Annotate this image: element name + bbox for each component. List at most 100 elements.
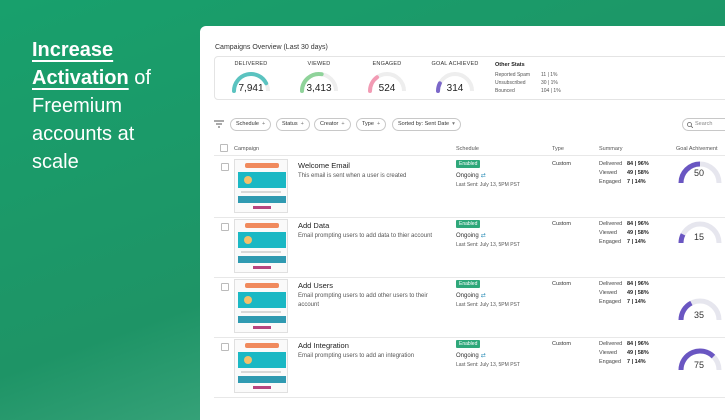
status-badge: Enabled	[456, 160, 481, 168]
sort-dropdown[interactable]: Sorted by: Sent Date ▾	[392, 118, 461, 131]
summary-label: Viewed	[599, 170, 617, 176]
column-header-campaign[interactable]: Campaign	[234, 146, 259, 152]
search-icon	[687, 122, 693, 128]
campaign-name[interactable]: Welcome Email	[298, 161, 350, 170]
row-checkbox[interactable]	[221, 283, 229, 291]
row-divider	[214, 397, 725, 398]
select-all-checkbox[interactable]	[220, 144, 228, 152]
other-stat-value: 30 | 1%	[541, 80, 558, 86]
stat-label: Delivered	[234, 61, 268, 67]
summary-label: Engaged	[599, 179, 622, 185]
other-stat-label: Reported Spam	[495, 72, 531, 78]
summary-delivered: 84 | 96%	[627, 221, 649, 227]
summary-delivered: 84 | 96%	[627, 341, 649, 347]
filter-chip-creator[interactable]: Creator +	[314, 118, 351, 131]
last-sent: Last Sent: July 13, 5PM PST	[456, 182, 520, 188]
overview-title: Campaigns Overview (Last 30 days)	[215, 44, 328, 51]
summary-label: Delivered	[599, 281, 623, 287]
summary-label: Delivered	[599, 341, 623, 347]
other-stats-title: Other Stats	[495, 62, 525, 68]
summary-label: Viewed	[599, 290, 617, 296]
last-sent: Last Sent: July 13, 5PM PST	[456, 242, 520, 248]
column-header-goal[interactable]: Goal Achivement	[676, 146, 718, 152]
summary: Delivered 84 | 96% Viewed 49 | 58% Engaged…	[599, 340, 649, 367]
plus-icon: +	[300, 121, 304, 127]
summary-delivered: 84 | 96%	[627, 161, 649, 167]
sync-icon: ⇄	[480, 353, 486, 359]
table-row[interactable]: Add Data Email prompting users to add da…	[214, 216, 725, 278]
column-header-type[interactable]: Type	[552, 146, 564, 152]
table-row[interactable]: Add Integration Email prompting users to…	[214, 336, 725, 398]
email-thumbnail[interactable]	[234, 339, 288, 393]
plus-icon: +	[376, 121, 381, 127]
filter-bar: Schedule + Status + Creator + Type + Sorted …	[214, 118, 725, 132]
search-input[interactable]: Search	[682, 118, 725, 131]
row-checkbox[interactable]	[221, 223, 229, 231]
summary-viewed: 49 | 58%	[627, 230, 649, 236]
sync-icon: ⇄	[480, 173, 486, 179]
stat-label: Engaged	[372, 61, 402, 67]
headline-word-of: of	[128, 67, 151, 89]
campaign-name[interactable]: Add Users	[298, 281, 333, 290]
email-thumbnail[interactable]	[234, 219, 288, 273]
email-thumbnail[interactable]	[234, 159, 288, 213]
stat-value: 7,941	[238, 83, 264, 94]
schedule-label: Ongoing	[456, 293, 479, 299]
other-stat-row: Reported Spam 11 | 1%	[495, 71, 561, 79]
column-header-schedule[interactable]: Schedule	[456, 146, 479, 152]
sort-label: Sorted by: Sent Date	[398, 121, 450, 127]
summary-delivered: 84 | 96%	[627, 281, 649, 287]
table-row[interactable]: Add Users Email prompting users to add o…	[214, 276, 725, 338]
filter-icon[interactable]	[214, 120, 224, 128]
email-thumbnail[interactable]	[234, 279, 288, 333]
chip-label: Schedule	[236, 121, 259, 127]
other-stat-row: Unsubscribed 30 | 1%	[495, 79, 561, 87]
filter-chip-schedule[interactable]: Schedule +	[230, 118, 272, 131]
headline-word-activation: Activation	[32, 67, 129, 89]
headline-word-increase: Increase	[32, 39, 114, 61]
summary-engaged: 7 | 14%	[627, 179, 646, 185]
campaign-name[interactable]: Add Data	[298, 221, 329, 230]
stat-value: 3,413	[306, 83, 332, 94]
schedule-label: Ongoing	[456, 353, 479, 359]
row-checkbox[interactable]	[221, 163, 229, 171]
other-stat-value: 11 | 1%	[541, 72, 558, 78]
stat-delivered: Delivered 7,941	[219, 61, 283, 99]
stat-engaged: Engaged 524	[355, 61, 419, 99]
campaign-description: Email prompting users to add an integrat…	[298, 353, 415, 359]
other-stat-label: Bounced	[495, 88, 515, 94]
plus-icon: +	[341, 121, 345, 127]
row-checkbox[interactable]	[221, 343, 229, 351]
column-header-summary[interactable]: Summary	[599, 146, 623, 152]
summary: Delivered 84 | 96% Viewed 49 | 58% Engaged…	[599, 220, 649, 247]
status-badge: Enabled	[456, 340, 481, 348]
campaign-name[interactable]: Add Integration	[298, 341, 349, 350]
filter-chip-type[interactable]: Type +	[356, 118, 387, 131]
schedule-label: Ongoing	[456, 173, 479, 179]
stat-label: Viewed	[307, 61, 331, 67]
summary-viewed: 49 | 58%	[627, 170, 649, 176]
goal-value: 50	[693, 168, 704, 178]
goal-value: 35	[693, 310, 704, 320]
status-badge: Enabled	[456, 280, 481, 288]
filter-chip-status[interactable]: Status +	[276, 118, 310, 131]
summary-label: Delivered	[599, 161, 623, 167]
plus-icon: +	[261, 121, 266, 127]
campaign-type: Custom	[552, 341, 571, 347]
summary-engaged: 7 | 14%	[627, 239, 646, 245]
headline-word-accounts: accounts at	[32, 123, 135, 145]
table-row[interactable]: Welcome Email This email is sent when a …	[214, 156, 725, 218]
goal-value: 75	[693, 360, 704, 370]
other-stat-value: 104 | 1%	[541, 88, 561, 94]
schedule-status: Ongoing ⇄	[456, 292, 486, 299]
summary-label: Viewed	[599, 230, 617, 236]
schedule-status: Ongoing ⇄	[456, 172, 486, 179]
summary-label: Viewed	[599, 350, 617, 356]
summary: Delivered 84 | 96% Viewed 49 | 58% Engaged…	[599, 160, 649, 187]
stat-goal-achieved: Goal Achieved 314	[423, 61, 487, 99]
last-sent: Last Sent: July 13, 5PM PST	[456, 362, 520, 368]
headline-word-freemium: Freemium	[32, 95, 123, 117]
marketing-headline: Increase Activation of Freemium accounts…	[32, 36, 192, 176]
search-placeholder: Search	[695, 121, 713, 127]
stat-value: 524	[378, 83, 396, 94]
